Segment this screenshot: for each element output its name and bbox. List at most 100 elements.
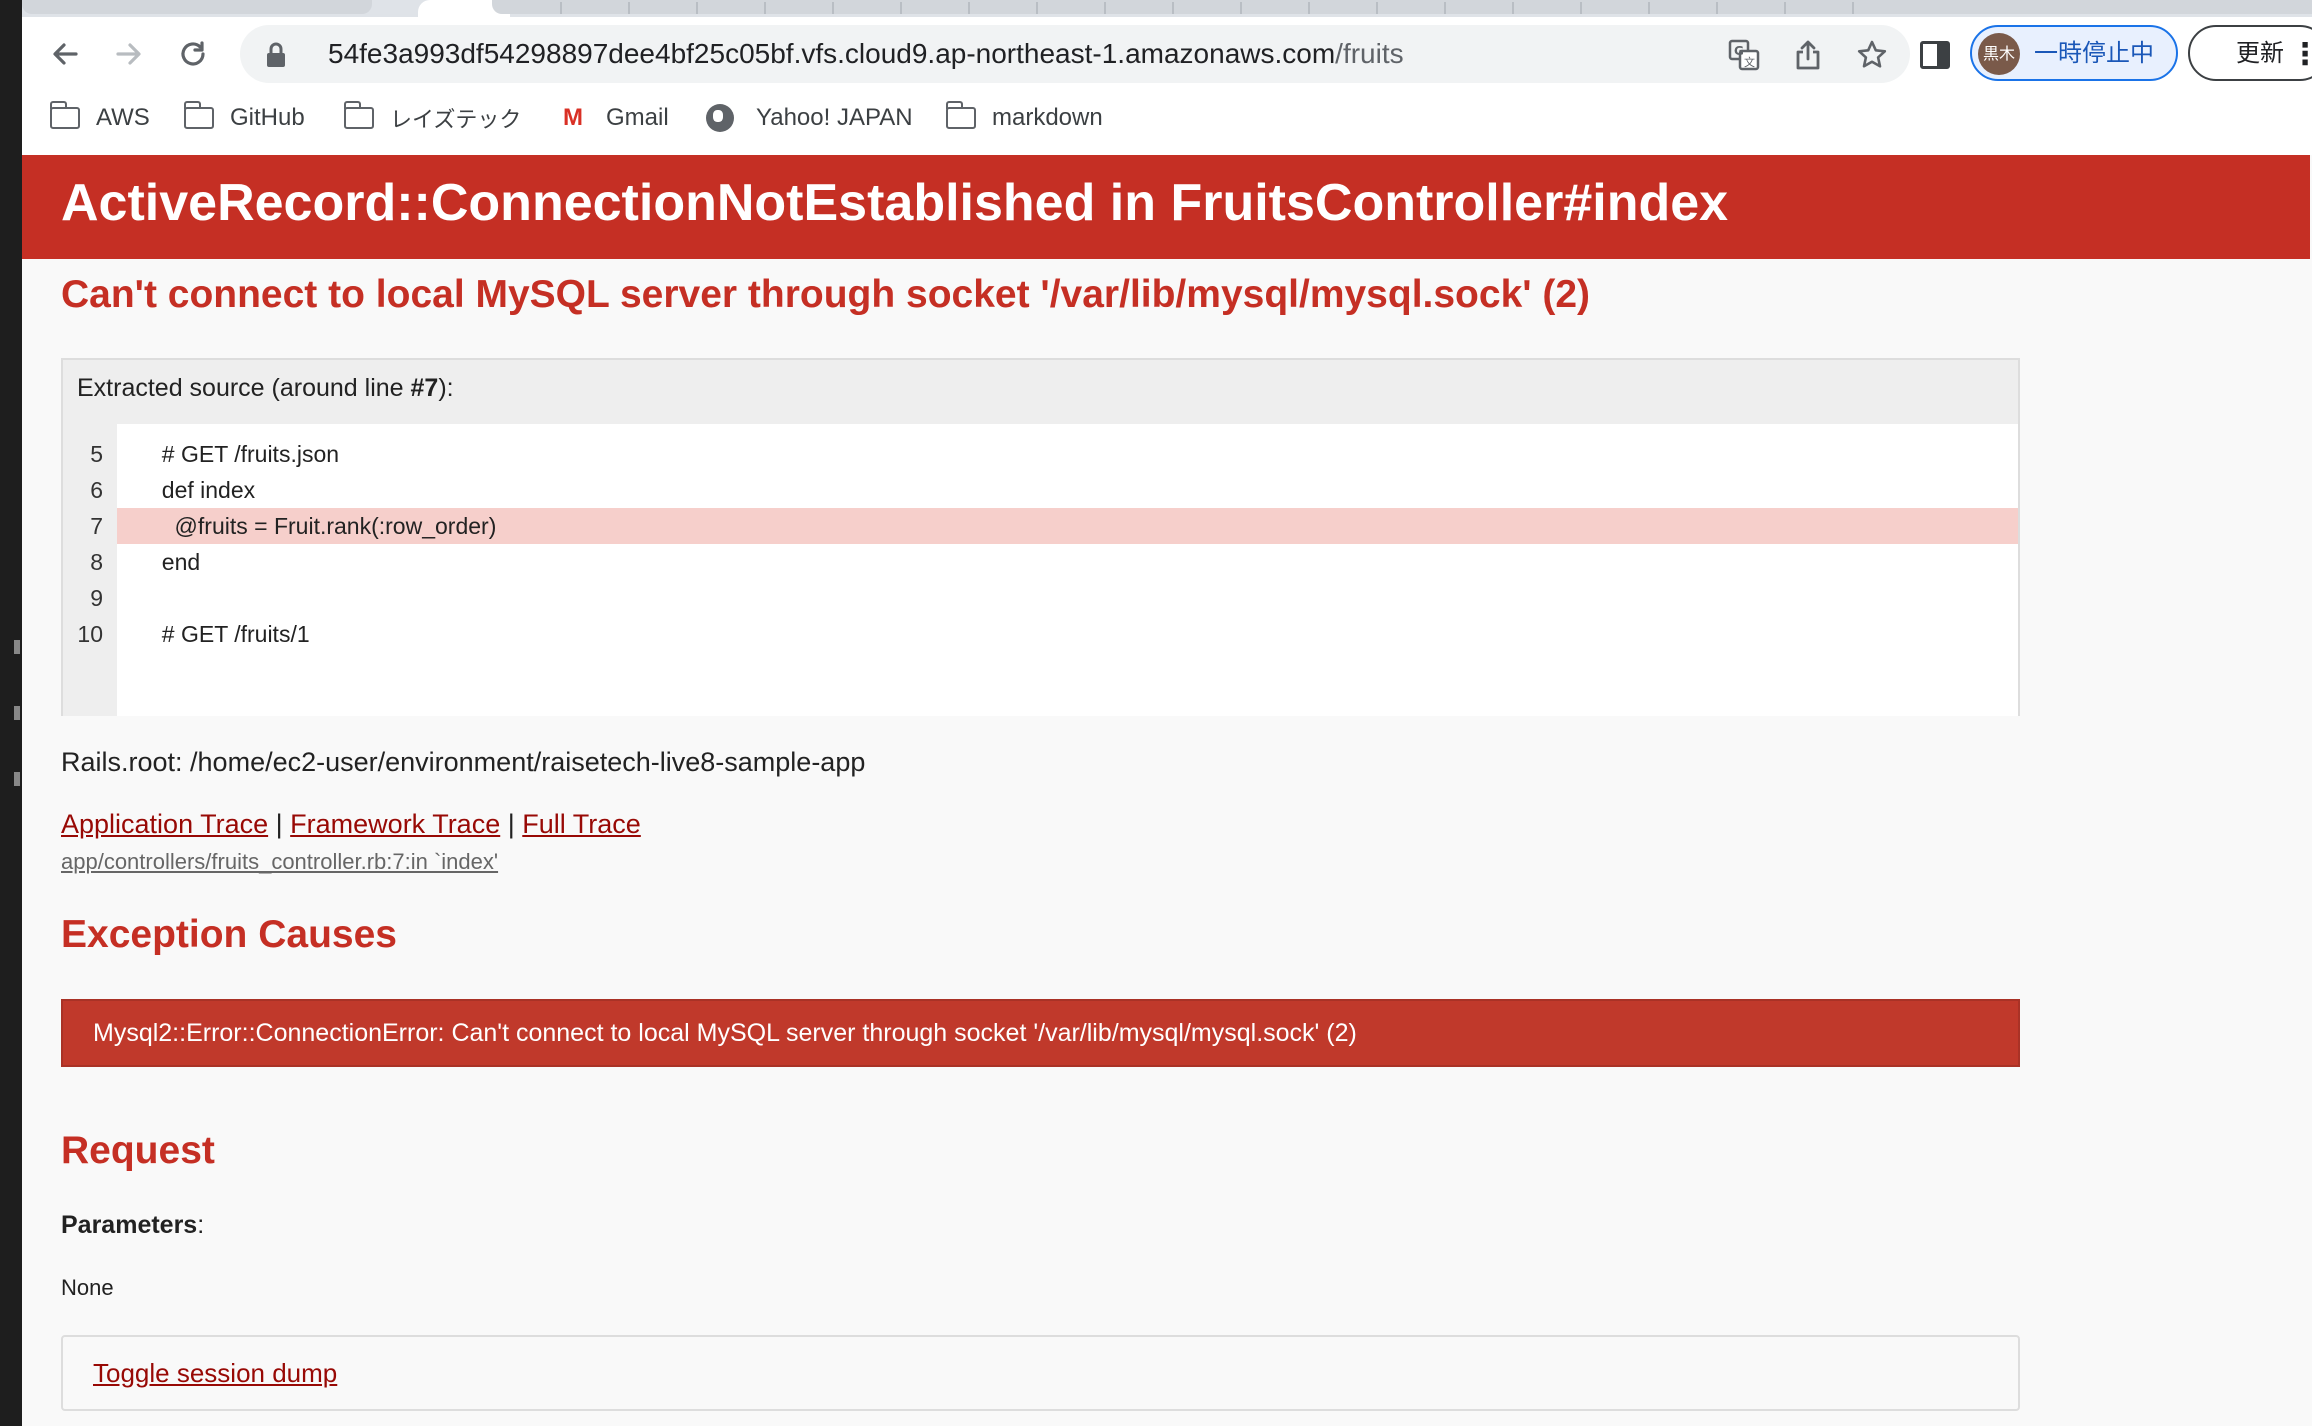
tab[interactable] — [22, 0, 372, 14]
svg-text:文: 文 — [1744, 55, 1755, 69]
trace-links: Application Trace | Framework Trace | Fu… — [61, 809, 641, 840]
tab-separator — [1172, 2, 1174, 14]
bookmark-label: AWS — [96, 104, 150, 131]
desktop-marker — [14, 706, 20, 720]
source-heading-line: #7 — [410, 374, 439, 402]
application-trace-link[interactable]: Application Trace — [61, 809, 268, 839]
line-number: 7 — [90, 513, 103, 539]
parameters-colon: : — [197, 1211, 205, 1239]
extracted-source: Extracted source (around line #7): 5 # G… — [61, 358, 2020, 716]
globe-icon — [706, 104, 734, 132]
tab-separator — [696, 2, 698, 14]
tab-separator — [1240, 2, 1242, 14]
bookmark-yahoo[interactable]: Yahoo! JAPAN — [706, 91, 913, 145]
code-line: 6 def index — [63, 472, 2018, 508]
tab-separator — [1036, 2, 1038, 14]
session-dump-box: Toggle session dump — [61, 1335, 2020, 1411]
browser-chrome: 54fe3a993df54298897dee4bf25c05bf.vfs.clo… — [22, 0, 2312, 155]
exception-cause[interactable]: Mysql2::Error::ConnectionError: Can't co… — [61, 999, 2020, 1067]
bookmark-github[interactable]: GitHub — [183, 91, 305, 145]
reload-icon[interactable] — [170, 31, 216, 77]
code-line-highlighted: 7 @fruits = Fruit.rank(:row_order) — [63, 508, 2018, 544]
line-number: 10 — [77, 621, 103, 647]
svg-text:G: G — [1734, 44, 1744, 58]
toggle-session-dump-link[interactable]: Toggle session dump — [93, 1337, 337, 1409]
tab-strip — [22, 0, 2312, 17]
tab-separator — [1512, 2, 1514, 14]
bookmark-label: markdown — [992, 104, 1103, 131]
address-bar[interactable]: 54fe3a993df54298897dee4bf25c05bf.vfs.clo… — [240, 25, 1910, 83]
error-header: ActiveRecord::ConnectionNotEstablished i… — [22, 155, 2310, 259]
code-line: 5 # GET /fruits.json — [63, 436, 2018, 472]
navigation-bar: 54fe3a993df54298897dee4bf25c05bf.vfs.clo… — [22, 17, 2312, 91]
bookmark-gmail[interactable]: M Gmail — [558, 91, 669, 145]
framework-trace-link[interactable]: Framework Trace — [290, 809, 500, 839]
line-number: 6 — [90, 477, 103, 503]
line-number: 9 — [90, 585, 103, 611]
error-page: ActiveRecord::ConnectionNotEstablished i… — [22, 155, 2312, 1426]
tab-separator — [1648, 2, 1650, 14]
url-host: 54fe3a993df54298897dee4bf25c05bf.vfs.clo… — [328, 38, 1336, 69]
bookmark-markdown[interactable]: markdown — [945, 91, 1103, 145]
url-path: /fruits — [1335, 38, 1404, 69]
update-label: 更新 — [2236, 39, 2284, 67]
rails-root: Rails.root: /home/ec2-user/environment/r… — [61, 747, 866, 777]
line-number: 5 — [90, 441, 103, 467]
tab-separator — [968, 2, 970, 14]
parameters-label: Parameters: — [61, 1211, 204, 1240]
desktop-marker — [14, 772, 20, 786]
gmail-icon: M — [563, 104, 583, 131]
profile-button[interactable]: 黒木 一時停止中 — [1970, 25, 2178, 81]
source-code: 5 # GET /fruits.json 6 def index 7 @frui… — [63, 424, 2018, 716]
tab-separator — [764, 2, 766, 14]
bookmarks-bar: AWS GitHub レイズテック M Gmail Yahoo! JAPAN m… — [22, 91, 2312, 155]
code-text: end — [149, 549, 201, 575]
tab-separator — [1784, 2, 1786, 14]
bookmark-aws[interactable]: AWS — [49, 91, 150, 145]
tab-separator — [560, 2, 562, 14]
tab-separator — [1580, 2, 1582, 14]
code-line: 8 end — [63, 544, 2018, 580]
tab-separator — [1104, 2, 1106, 14]
full-trace-link[interactable]: Full Trace — [522, 809, 641, 839]
kebab-menu-icon[interactable]: ⋮ — [2290, 37, 2312, 72]
code-text: @fruits = Fruit.rank(:row_order) — [149, 513, 497, 539]
bookmark-label: レイズテック — [390, 108, 522, 133]
folder-icon — [49, 101, 80, 129]
tab-separator — [628, 2, 630, 14]
bookmark-raisetech[interactable]: レイズテック — [343, 91, 522, 145]
code-text: # GET /fruits/1 — [149, 621, 310, 647]
line-number: 8 — [90, 549, 103, 575]
tab-separator — [1852, 2, 1854, 14]
code-line: 9 — [63, 580, 2018, 616]
bookmark-label: Gmail — [606, 104, 669, 131]
tab-separator — [1716, 2, 1718, 14]
source-heading-suffix: ): — [438, 374, 454, 402]
code-text: # GET /fruits.json — [149, 441, 340, 467]
source-heading-prefix: Extracted source (around line — [77, 374, 411, 402]
parameters-value: None — [61, 1275, 114, 1300]
error-title: ActiveRecord::ConnectionNotEstablished i… — [61, 174, 1729, 232]
trace-separator: | — [275, 809, 283, 839]
tab-separator — [1444, 2, 1446, 14]
bookmark-label: GitHub — [230, 104, 305, 131]
tab-separator — [832, 2, 834, 14]
exception-causes-title: Exception Causes — [61, 913, 397, 956]
trace-separator: | — [507, 809, 515, 839]
translate-icon[interactable]: G文 — [1726, 37, 1762, 73]
arrow-left-icon[interactable] — [42, 31, 88, 77]
folder-icon — [183, 101, 214, 129]
request-title: Request — [61, 1129, 215, 1172]
share-icon[interactable] — [1790, 37, 1826, 73]
folder-icon — [945, 101, 976, 129]
tab-separator — [1308, 2, 1310, 14]
folder-icon — [343, 101, 374, 129]
tab-separator — [900, 2, 902, 14]
trace-entry[interactable]: app/controllers/fruits_controller.rb:7:i… — [61, 849, 498, 875]
source-heading: Extracted source (around line #7): — [77, 374, 454, 403]
arrow-right-icon[interactable] — [106, 31, 152, 77]
side-panel-icon[interactable] — [1920, 41, 1950, 69]
url-text[interactable]: 54fe3a993df54298897dee4bf25c05bf.vfs.clo… — [328, 25, 1404, 83]
lock-icon[interactable] — [262, 40, 290, 70]
star-icon[interactable] — [1854, 37, 1890, 73]
